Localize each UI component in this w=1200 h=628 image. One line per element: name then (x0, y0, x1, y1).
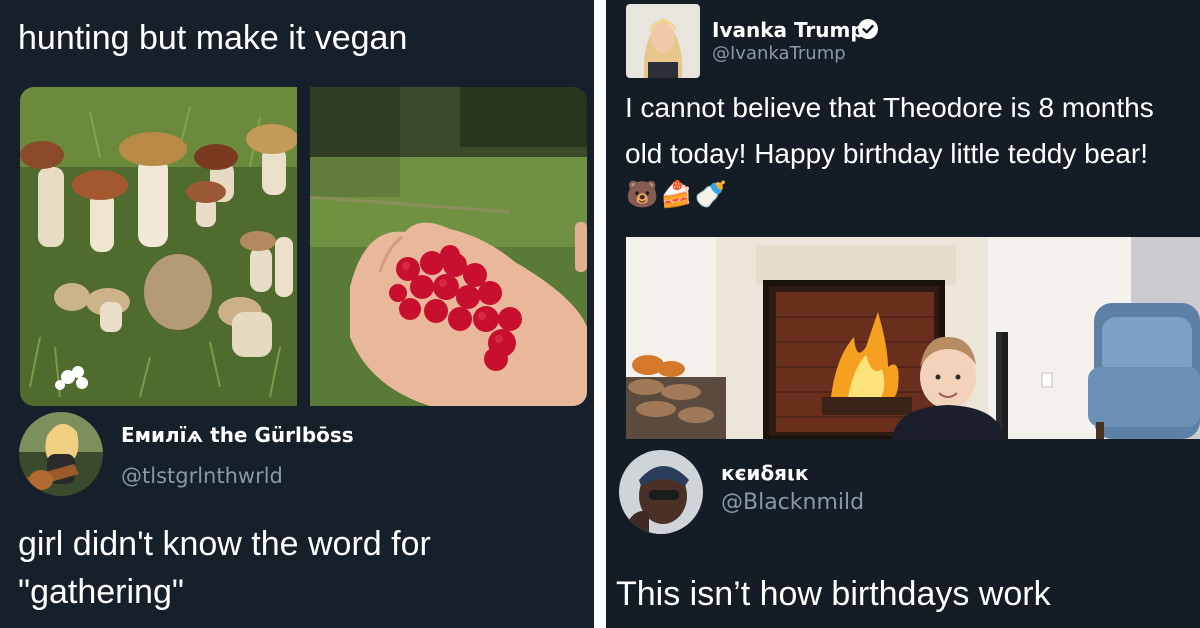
mushrooms-photo[interactable] (20, 87, 297, 406)
author-display-name[interactable]: Ivanka Trump (712, 18, 865, 42)
reply-text-line-1: girl didn't know the word for (18, 525, 431, 563)
reply-handle[interactable]: @Blacknmild (721, 490, 864, 515)
tweet-emojis: 🐻🍰🍼 (626, 179, 730, 209)
tweet-text-line-2: old today! Happy birthday little teddy b… (625, 138, 1148, 169)
reply-display-name[interactable]: кєиδяιк (721, 461, 808, 485)
berries-photo[interactable] (310, 87, 587, 406)
author-avatar[interactable] (626, 4, 700, 78)
reply-text: This isn’t how birthdays work (616, 575, 1051, 613)
tweet-text-line-1: I cannot believe that Theodore is 8 mont… (625, 92, 1154, 123)
left-post-panel: hunting but make it vegan Емилїѧ the Gür… (0, 0, 594, 628)
author-handle[interactable]: @IvankaTrump (712, 43, 846, 64)
verified-badge-icon (858, 19, 878, 39)
right-post-panel: Ivanka Trump @IvankaTrump I cannot belie… (606, 0, 1200, 628)
reply-text-line-2: "gathering" (18, 573, 184, 611)
post-caption: hunting but make it vegan (18, 19, 408, 57)
user-handle[interactable]: @tlstgrlnthwrld (121, 464, 283, 488)
reply-user-avatar[interactable] (619, 450, 703, 534)
user-display-name[interactable]: Емилїѧ the Gürlbōss (121, 423, 354, 447)
fireplace-photo[interactable] (626, 237, 1200, 439)
user-avatar[interactable] (19, 412, 103, 496)
